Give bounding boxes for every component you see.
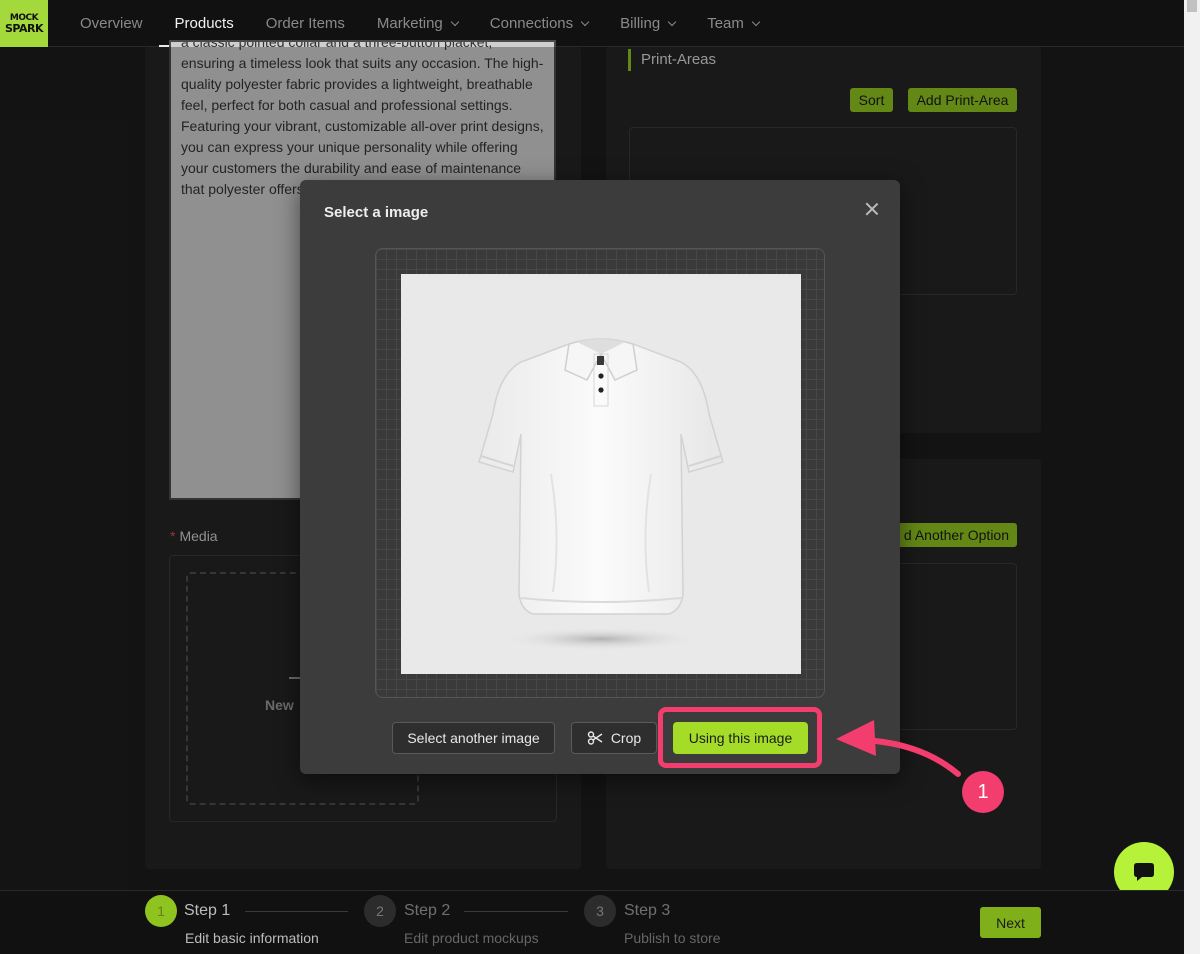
- logo-text-bottom: SPARK: [5, 21, 43, 35]
- dialog-title: Select a image: [324, 204, 429, 221]
- annotation-arrow-icon: [836, 720, 961, 777]
- nav-overview[interactable]: Overview: [64, 0, 159, 47]
- nav-products-label: Products: [174, 15, 234, 32]
- polo-shirt-image: [478, 338, 724, 651]
- mockspark-logo[interactable]: MOCK SPARK: [0, 0, 48, 47]
- step-2-indicator: 2: [364, 895, 396, 927]
- nav-order-items-label: Order Items: [265, 15, 345, 32]
- step-2-description: Edit product mockups: [404, 930, 539, 946]
- page-scrollbar[interactable]: [1184, 0, 1200, 954]
- step-3-description: Publish to store: [624, 930, 721, 946]
- step-connector: [245, 911, 348, 912]
- scissors-icon: [587, 731, 603, 745]
- product-image-preview: [401, 274, 801, 674]
- step-1-title: Step 1: [184, 902, 231, 919]
- step-1-indicator: 1: [145, 895, 177, 927]
- crop-button[interactable]: Crop: [571, 722, 657, 754]
- scrollbar-thumb[interactable]: [1187, 0, 1197, 12]
- next-button[interactable]: Next: [980, 907, 1041, 938]
- nav-overview-label: Overview: [80, 15, 143, 32]
- nav-connections-label: Connections: [489, 15, 574, 32]
- annotation-callout-number: 1: [962, 771, 1004, 813]
- crop-button-label: Crop: [610, 730, 642, 746]
- step-1-description: Edit basic information: [185, 930, 319, 946]
- close-icon[interactable]: [862, 199, 882, 219]
- chevron-down-icon: [667, 17, 677, 26]
- step-connector: [464, 911, 568, 912]
- annotation-highlight-box: [658, 707, 822, 768]
- nav-marketing-label: Marketing: [376, 15, 443, 32]
- chevron-down-icon: [751, 17, 761, 26]
- step-2-title: Step 2: [404, 902, 451, 919]
- step-3-indicator: 3: [584, 895, 616, 927]
- chat-bubble-icon: [1134, 863, 1154, 881]
- nav-billing-label: Billing: [620, 15, 661, 32]
- nav-team-label: Team: [707, 15, 744, 32]
- nav-billing[interactable]: Billing: [604, 0, 691, 47]
- select-image-dialog: Select a image Select another image Crop…: [300, 180, 900, 774]
- chevron-down-icon: [450, 17, 460, 26]
- image-crop-area[interactable]: [375, 248, 825, 698]
- step-3-title: Step 3: [624, 902, 671, 919]
- nav-team[interactable]: Team: [691, 0, 775, 47]
- chevron-down-icon: [580, 17, 590, 26]
- select-another-image-button[interactable]: Select another image: [392, 722, 555, 754]
